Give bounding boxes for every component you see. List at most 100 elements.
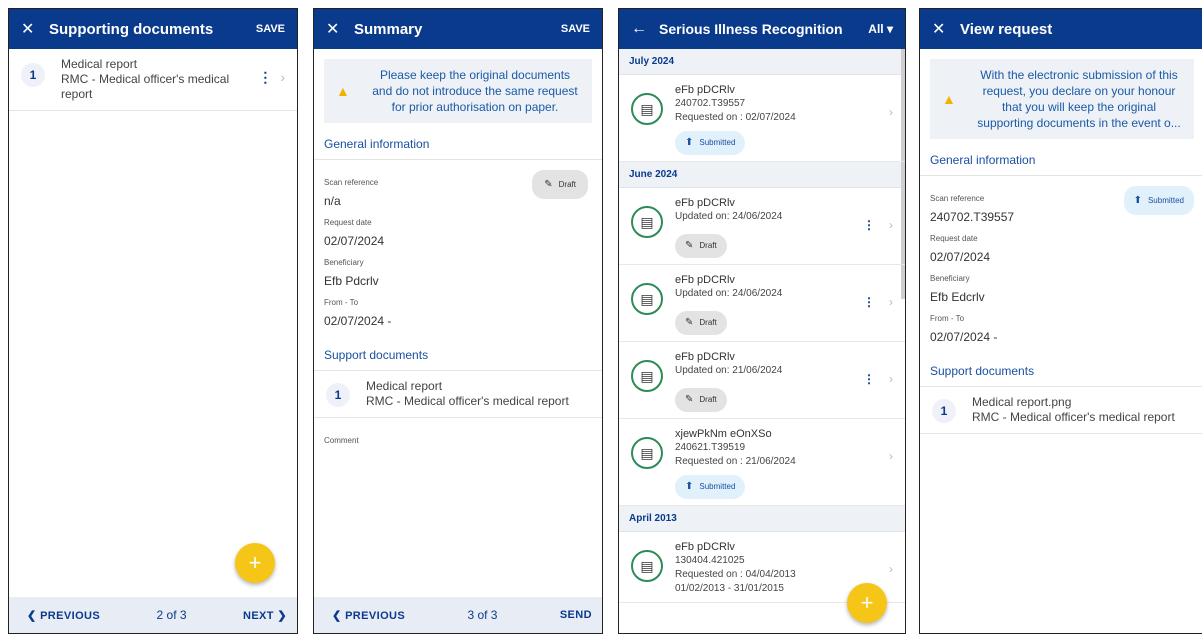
pager-footer: ❮ PREVIOUS 3 of 3 SEND [314, 597, 602, 633]
supporting-documents-screen: ✕ Supporting documents SAVE 1 Medical re… [8, 8, 298, 634]
from-to-label: From - To [930, 314, 965, 323]
close-icon[interactable]: ✕ [21, 19, 49, 39]
view-request-screen: ✕ View request ▲ With the electronic sub… [919, 8, 1202, 634]
list-item[interactable]: ▤ eFb pDCRlv Updated on: 24/06/2024 ✎ Dra… [619, 188, 905, 265]
document-text: Medical report.png RMC - Medical officer… [972, 395, 1192, 425]
add-request-button[interactable]: + [847, 583, 887, 623]
scan-reference-field: Scan reference 240702.T39557 ⬆ Submitted [920, 176, 1202, 224]
document-number: 1 [21, 63, 45, 87]
chevron-right-icon[interactable]: › [889, 562, 893, 576]
status-label: Draft [699, 395, 717, 404]
app-header: ✕ View request [920, 9, 1202, 49]
list-item[interactable]: ▤ eFb pDCRlv 240702.T39557 Requested on … [619, 75, 905, 162]
chevron-right-icon[interactable]: › [889, 295, 893, 309]
document-row[interactable]: 1 Medical report.png RMC - Medical offic… [920, 387, 1202, 434]
list-item[interactable]: ▤ xjewPkNm eOnXSo 240621.T39519 Requeste… [619, 419, 905, 506]
status-label: Submitted [1147, 196, 1184, 205]
item-reference: 130404.421025 [675, 555, 745, 566]
filter-dropdown[interactable]: All ▾ [868, 22, 893, 36]
more-options-icon[interactable]: ⋮ [863, 295, 875, 309]
document-text: Medical report RMC - Medical officer's m… [366, 379, 590, 409]
page-title: Serious Illness Recognition [659, 21, 843, 37]
support-documents-heading: Support documents [314, 340, 602, 371]
pager-footer: ❮ PREVIOUS 2 of 3 NEXT ❯ [9, 597, 297, 633]
upload-icon: ⬆ [1133, 195, 1142, 206]
comment-label: Comment [324, 436, 359, 445]
document-row[interactable]: 1 Medical report RMC - Medical officer's… [9, 49, 297, 111]
item-date: Requested on : 21/06/2024 [675, 456, 796, 467]
more-options-icon[interactable]: ⋮ [863, 218, 875, 232]
edit-icon: ✎ [685, 394, 694, 405]
status-label: Submitted [699, 482, 736, 491]
next-button[interactable]: NEXT ❯ [243, 609, 287, 622]
document-icon: ▤ [631, 360, 663, 392]
document-icon: ▤ [631, 283, 663, 315]
item-name: eFb pDCRlv [675, 351, 735, 363]
document-row[interactable]: 1 Medical report RMC - Medical officer's… [314, 371, 602, 418]
page-indicator: 3 of 3 [467, 608, 498, 622]
document-title: Medical report.png [972, 395, 1072, 409]
page-title: Summary [354, 20, 423, 38]
document-description: RMC - Medical officer's medical report [61, 72, 230, 101]
add-document-button[interactable]: + [235, 543, 275, 583]
list-item-body: eFb pDCRlv 240702.T39557 Requested on : … [675, 83, 897, 155]
previous-button[interactable]: ❮ PREVIOUS [332, 609, 405, 622]
more-options-icon[interactable]: ⋮ [258, 69, 272, 86]
beneficiary-field: Beneficiary Efb Edcrlv [920, 264, 1202, 304]
warning-icon: ▲ [942, 91, 956, 107]
close-icon[interactable]: ✕ [326, 19, 354, 39]
warning-text: Please keep the original documents and d… [372, 68, 578, 114]
chevron-right-icon[interactable]: › [889, 449, 893, 463]
close-icon[interactable]: ✕ [932, 19, 960, 39]
status-badge: ✎ Draft [532, 170, 588, 199]
app-header: ← Serious Illness Recognition All ▾ [619, 9, 905, 49]
request-date-value: 02/07/2024 [930, 250, 991, 264]
page-indicator: 2 of 3 [156, 608, 187, 622]
status-label: Submitted [699, 138, 736, 147]
chevron-right-icon[interactable]: › [889, 218, 893, 232]
document-icon: ▤ [631, 93, 663, 125]
document-description: RMC - Medical officer's medical report [972, 410, 1175, 424]
comment-field[interactable]: Comment [314, 418, 602, 445]
list-item[interactable]: ▤ eFb pDCRlv Updated on: 24/06/2024 ✎ Dra… [619, 265, 905, 342]
beneficiary-value: Efb Pdcrlv [324, 274, 379, 288]
save-button[interactable]: SAVE [561, 23, 590, 35]
chevron-right-icon[interactable]: › [889, 372, 893, 386]
back-arrow-icon[interactable]: ← [631, 20, 659, 38]
upload-icon: ⬆ [685, 137, 694, 148]
previous-button[interactable]: ❮ PREVIOUS [27, 609, 100, 622]
beneficiary-field: Beneficiary Efb Pdcrlv [314, 248, 602, 288]
save-button[interactable]: SAVE [256, 23, 285, 35]
edit-icon: ✎ [685, 317, 694, 328]
item-name: eFb pDCRlv [675, 84, 735, 96]
status-badge: ⬆ Submitted [675, 475, 746, 499]
from-to-label: From - To [324, 298, 359, 307]
document-title: Medical report [61, 57, 138, 71]
warning-text: With the electronic submission of this r… [977, 68, 1181, 130]
app-header: ✕ Supporting documents SAVE [9, 9, 297, 49]
list-item[interactable]: ▤ eFb pDCRlv Updated on: 21/06/2024 ✎ Dra… [619, 342, 905, 419]
status-label: Draft [558, 180, 576, 189]
document-text: Medical report RMC - Medical officer's m… [61, 57, 258, 102]
item-name: eFb pDCRlv [675, 197, 735, 209]
status-badge: ✎ Draft [675, 388, 727, 412]
general-information-heading: General information [920, 145, 1202, 176]
document-icon: ▤ [631, 206, 663, 238]
status-label: Draft [699, 241, 717, 250]
item-name: xjewPkNm eOnXSo [675, 428, 772, 440]
item-name: eFb pDCRlv [675, 541, 735, 553]
page-title: View request [960, 20, 1053, 38]
request-date-field: Request date 02/07/2024 [314, 208, 602, 248]
warning-box: ▲ Please keep the original documents and… [324, 59, 592, 123]
upload-icon: ⬆ [685, 481, 694, 492]
document-number: 1 [932, 399, 956, 423]
list-item-body: xjewPkNm eOnXSo 240621.T39519 Requested … [675, 427, 897, 499]
chevron-right-icon[interactable]: › [280, 69, 285, 85]
document-description: RMC - Medical officer's medical report [366, 394, 569, 408]
warning-icon: ▲ [336, 83, 350, 99]
beneficiary-value: Efb Edcrlv [930, 290, 985, 304]
chevron-right-icon[interactable]: › [889, 105, 893, 119]
from-to-field: From - To 02/07/2024 - [920, 304, 1202, 344]
send-button[interactable]: SEND [560, 609, 592, 621]
more-options-icon[interactable]: ⋮ [863, 372, 875, 386]
